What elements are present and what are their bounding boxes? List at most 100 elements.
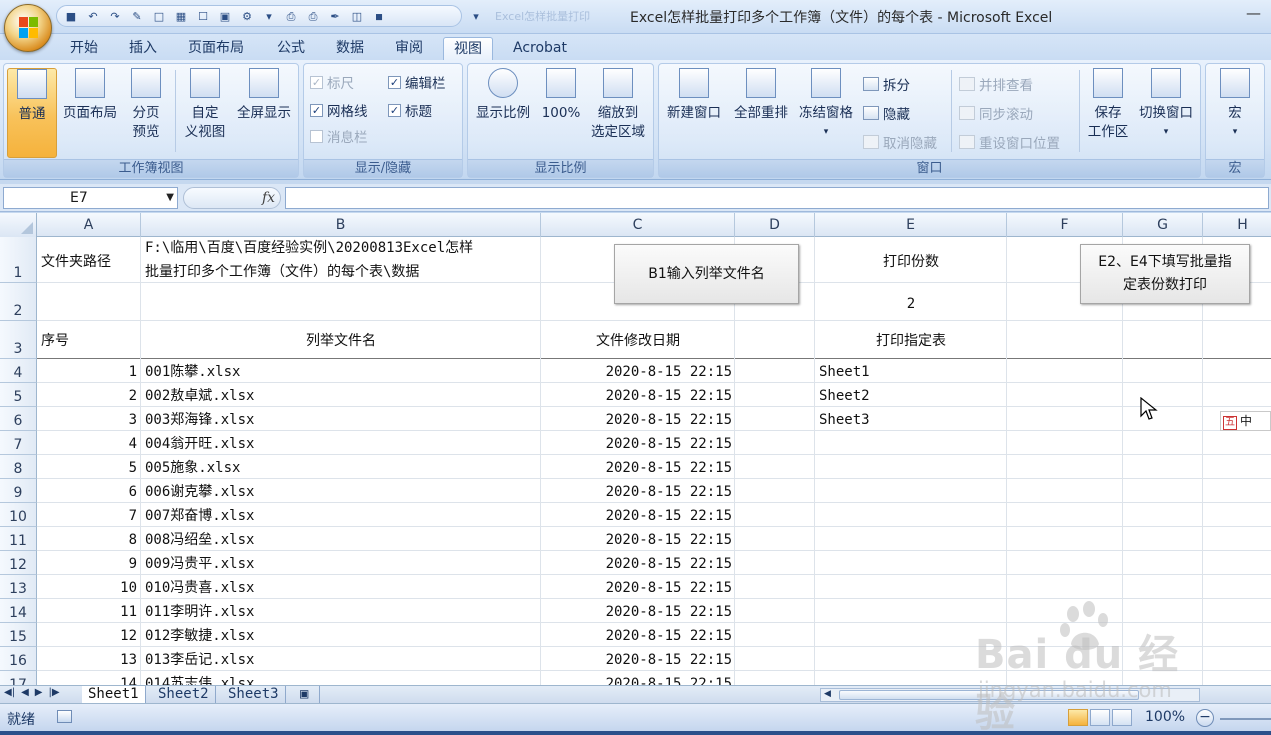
cell-modified-date[interactable]: 2020-8-15 22:15 [541,483,732,501]
cell-a3[interactable]: 序号 [41,332,69,350]
row-header[interactable]: 17 [0,671,37,685]
cell-seq[interactable]: 14 [37,675,137,685]
prev-sheet-icon[interactable]: ◀ [21,687,29,698]
chevron-down-icon[interactable]: ▼ [166,188,174,208]
formula-bar-checkbox[interactable]: ✓ 编辑栏 [388,72,446,92]
sheet-tab-sheet3[interactable]: Sheet3 [222,686,286,703]
horizontal-scrollbar[interactable]: ◀ [820,688,1200,702]
cell-seq[interactable]: 7 [37,507,137,525]
sync-scroll-button[interactable]: 同步滚动 [959,103,1033,123]
name-box[interactable]: E7 ▼ [3,187,178,209]
column-header-h[interactable]: H [1203,213,1271,237]
ime-indicator[interactable]: 五中 [1220,411,1271,431]
cell-modified-date[interactable]: 2020-8-15 22:15 [541,627,732,645]
cell-modified-date[interactable]: 2020-8-15 22:15 [541,531,732,549]
cell-seq[interactable]: 5 [37,459,137,477]
row-header[interactable]: 8 [0,455,37,479]
cell-e2[interactable]: 2 [815,295,1007,313]
form-icon[interactable]: ▣ [217,8,233,24]
cell-seq[interactable]: 13 [37,651,137,669]
column-header-b[interactable]: B [141,213,541,237]
reset-position-button[interactable]: 重设窗口位置 [959,132,1060,152]
cell-seq[interactable]: 1 [37,363,137,381]
cell-print-sheet[interactable]: Sheet1 [819,363,870,381]
tab-page-layout[interactable]: 页面布局 [178,37,254,60]
ruler-checkbox[interactable]: ✓ 标尺 [310,72,354,92]
redo-icon[interactable]: ↷ [107,8,123,24]
cell-print-sheet[interactable]: Sheet2 [819,387,870,405]
new-window-button[interactable]: 新建窗口 [662,68,726,123]
office-button[interactable] [4,4,52,52]
select-all-button[interactable] [0,213,37,237]
grid-icon[interactable]: ▦ [173,8,189,24]
column-header-g[interactable]: G [1123,213,1203,237]
cell-filename[interactable]: 012李敏捷.xlsx [145,627,254,645]
row-header[interactable]: 4 [0,359,37,383]
cell-b1-line2[interactable]: 批量打印多个工作簿（文件）的每个表\数据 [145,263,419,281]
row-header[interactable]: 7 [0,431,37,455]
cell-filename[interactable]: 006谢克攀.xlsx [145,483,254,501]
scroll-left-icon[interactable]: ◀ [824,689,831,699]
cell-seq[interactable]: 3 [37,411,137,429]
list-files-button[interactable]: B1输入列举文件名 [614,244,799,304]
cell-filename[interactable]: 014苏志伟.xlsx [145,675,254,685]
cell-a1[interactable]: 文件夹路径 [41,253,111,271]
cell-b1-line1[interactable]: F:\临用\百度\百度经验实例\20200813Excel怎样 [145,239,473,257]
cell-filename[interactable]: 002敖卓斌.xlsx [145,387,254,405]
zoom-to-selection-button[interactable]: 缩放到 选定区域 [586,68,650,142]
tab-formulas[interactable]: 公式 [267,37,315,60]
sheet-tab-sheet2[interactable]: Sheet2 [152,686,216,703]
normal-view-button[interactable]: 普通 [7,68,57,158]
cell-b3[interactable]: 列举文件名 [141,332,541,350]
dropdown-icon[interactable]: ▾ [261,8,277,24]
column-header-d[interactable]: D [735,213,815,237]
message-bar-checkbox[interactable]: 消息栏 [310,126,368,146]
column-header-f[interactable]: F [1007,213,1123,237]
row-header[interactable]: 16 [0,647,37,671]
cell-filename[interactable]: 003郑海锋.xlsx [145,411,254,429]
scroll-thumb[interactable] [839,690,1139,700]
arrange-all-button[interactable]: 全部重排 [728,68,794,123]
worksheet-grid[interactable]: A B C D E F G H 1 2 3 4 5 6 7 8 9 10 11 12 13 14 15 16 1… [0,213,1271,685]
cell-seq[interactable]: 11 [37,603,137,621]
cell-modified-date[interactable]: 2020-8-15 22:15 [541,651,732,669]
column-header-e[interactable]: E [815,213,1007,237]
row-header[interactable]: 5 [0,383,37,407]
formula-input[interactable] [285,187,1269,209]
first-sheet-icon[interactable]: ◀| [4,687,15,698]
cell-modified-date[interactable]: 2020-8-15 22:15 [541,675,732,685]
cell-filename[interactable]: 010冯贵喜.xlsx [145,579,254,597]
tab-acrobat[interactable]: Acrobat [503,37,577,60]
last-sheet-icon[interactable]: |▶ [48,687,59,698]
freeze-panes-button[interactable]: 冻结窗格 ▾ [794,68,858,142]
row-header[interactable]: 9 [0,479,37,503]
tools-icon[interactable]: ⚙ [239,8,255,24]
save-icon[interactable]: ■ [63,8,79,24]
macro-record-icon[interactable] [57,710,72,723]
cell-modified-date[interactable]: 2020-8-15 22:15 [541,507,732,525]
headings-checkbox[interactable]: ✓ 标题 [388,100,432,120]
zoom-100-button[interactable]: 100% [538,68,584,123]
row-header[interactable]: 13 [0,575,37,599]
cell-seq[interactable]: 8 [37,531,137,549]
full-screen-button[interactable]: 全屏显示 [232,68,296,123]
cell-filename[interactable]: 001陈攀.xlsx [145,363,240,381]
zoom-button[interactable]: 显示比例 [472,68,534,123]
fx-icon[interactable]: fx [262,190,275,206]
page-break-preview-button[interactable]: 分页 预览 [124,68,168,142]
insert-sheet-icon[interactable]: ▣ [294,686,320,703]
network-icon[interactable]: ◾ [371,8,387,24]
cell-modified-date[interactable]: 2020-8-15 22:15 [541,459,732,477]
macros-button[interactable]: 宏 ▾ [1212,68,1258,142]
cell-filename[interactable]: 011李明许.xlsx [145,603,254,621]
row-header[interactable]: 1 [0,237,37,283]
cell-c3[interactable]: 文件修改日期 [541,332,735,350]
minimize-icon[interactable]: — [1246,4,1261,22]
next-sheet-icon[interactable]: ▶ [35,687,43,698]
cell-e1[interactable]: 打印份数 [815,253,1007,271]
row-header[interactable]: 12 [0,551,37,575]
cell-modified-date[interactable]: 2020-8-15 22:15 [541,387,732,405]
row-header[interactable]: 3 [0,321,37,359]
zoom-slider[interactable] [1220,718,1271,720]
gridlines-checkbox[interactable]: ✓ 网格线 [310,100,368,120]
